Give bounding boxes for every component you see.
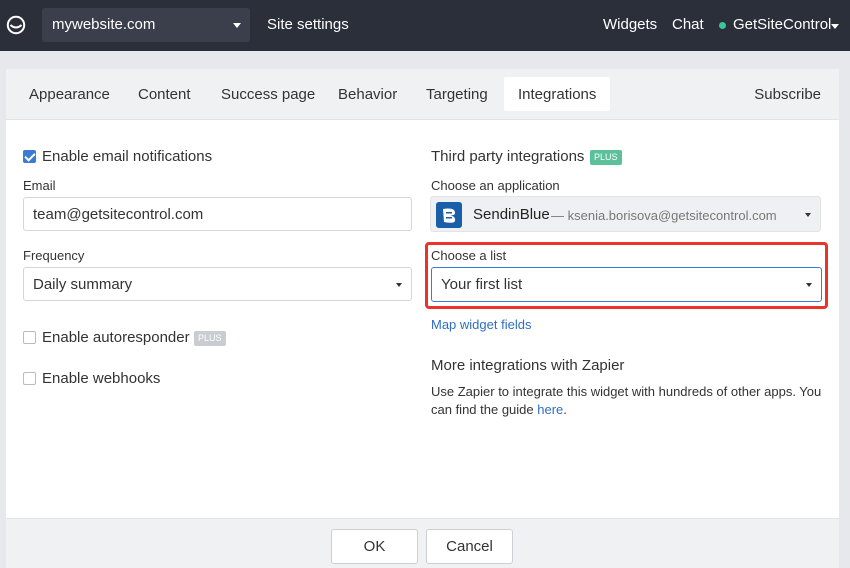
widgets-link[interactable]: Widgets [603, 16, 657, 33]
chevron-down-icon [396, 283, 402, 287]
chevron-down-icon [805, 213, 811, 217]
email-field[interactable]: team@getsitecontrol.com [23, 197, 412, 231]
tab-behavior[interactable]: Behavior [338, 69, 397, 120]
tab-subscribe[interactable]: Subscribe [754, 69, 821, 121]
frequency-select[interactable]: Daily summary [23, 267, 412, 301]
tab-success-page[interactable]: Success page [221, 69, 315, 120]
enable-email-checkbox[interactable] [23, 150, 36, 163]
chevron-down-icon [233, 23, 241, 28]
online-status-dot-icon [719, 22, 726, 29]
zapier-guide-link[interactable]: here [537, 402, 563, 417]
tab-bar: Appearance Content Success page Behavior… [6, 69, 839, 120]
account-menu[interactable]: GetSiteControl [733, 16, 831, 33]
enable-webhooks-checkbox[interactable] [23, 372, 36, 385]
list-select[interactable]: Your first list [431, 267, 822, 302]
list-select-value: Your first list [441, 276, 523, 293]
tab-targeting[interactable]: Targeting [426, 69, 488, 120]
enable-autoresponder-checkbox[interactable] [23, 331, 36, 344]
getsitecontrol-logo-icon[interactable] [6, 15, 26, 35]
widget-settings-panel: Appearance Content Success page Behavior… [6, 69, 839, 568]
email-field-value: team@getsitecontrol.com [33, 206, 204, 223]
zapier-description-text: Use Zapier to integrate this widget with… [431, 384, 822, 417]
plus-badge: PLUS [194, 331, 226, 346]
chevron-down-icon [806, 283, 812, 287]
site-selector[interactable]: mywebsite.com [42, 8, 250, 42]
site-selector-label: mywebsite.com [52, 16, 156, 33]
top-bar: mywebsite.com Site settings Widgets Chat… [0, 0, 850, 51]
sendinblue-icon [436, 202, 462, 228]
tab-integrations[interactable]: Integrations [504, 77, 611, 111]
enable-email-label: Enable email notifications [42, 148, 213, 165]
cancel-button[interactable]: Cancel [426, 529, 513, 564]
dialog-footer: OK Cancel [6, 518, 839, 568]
choose-list-label: Choose a list [431, 248, 507, 263]
frequency-label: Frequency [23, 248, 85, 263]
zapier-description: Use Zapier to integrate this widget with… [431, 383, 831, 419]
zapier-heading: More integrations with Zapier [431, 357, 625, 374]
enable-autoresponder-label: Enable autoresponder [42, 329, 190, 346]
account-chevron-down-icon[interactable] [831, 24, 839, 29]
zapier-description-end: . [563, 402, 567, 417]
application-name: SendinBlue [473, 206, 550, 223]
enable-webhooks-label: Enable webhooks [42, 370, 161, 387]
application-select[interactable]: SendinBlue — ksenia.borisova@getsitecont… [430, 196, 821, 232]
application-account: — ksenia.borisova@getsitecontrol.com [551, 208, 777, 223]
ok-button[interactable]: OK [331, 529, 418, 564]
tab-content[interactable]: Content [138, 69, 191, 120]
site-settings-link[interactable]: Site settings [267, 16, 349, 33]
plus-badge: PLUS [590, 150, 622, 165]
tab-appearance[interactable]: Appearance [29, 69, 110, 120]
third-party-integrations-heading: Third party integrations [431, 148, 585, 165]
email-label: Email [23, 178, 56, 193]
frequency-select-value: Daily summary [33, 276, 133, 293]
chat-link[interactable]: Chat [672, 16, 704, 33]
choose-application-label: Choose an application [431, 178, 560, 193]
map-widget-fields-link[interactable]: Map widget fields [431, 317, 531, 332]
